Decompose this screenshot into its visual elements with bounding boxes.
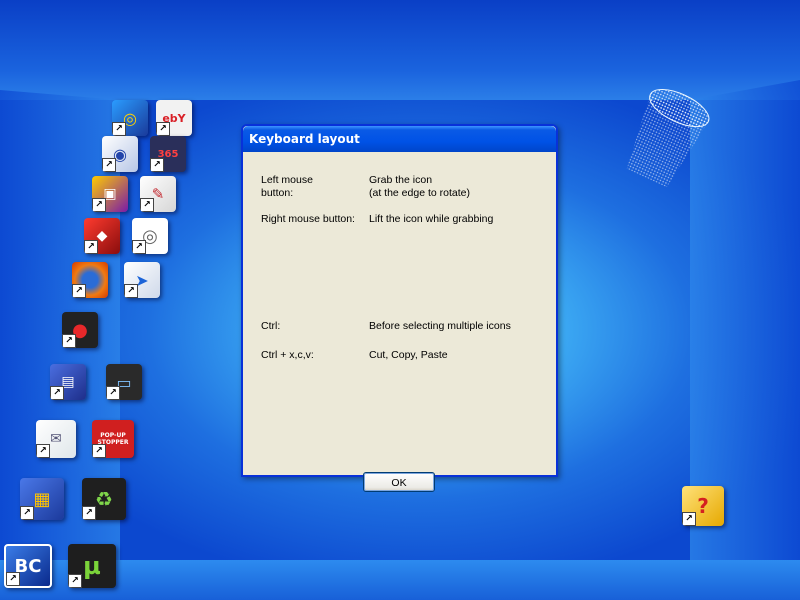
dialog-content: Left mouse button: Grab the icon (at the… xyxy=(243,152,556,492)
archive-zip-icon[interactable]: ▦ ↗ xyxy=(20,478,64,520)
desktop-ceiling xyxy=(0,0,800,100)
mail-icon[interactable]: ✉ ↗ xyxy=(36,420,76,458)
help-file-icon[interactable]: ? ↗ xyxy=(682,486,724,526)
dialog-title[interactable]: Keyboard layout xyxy=(243,126,556,152)
monitor-icon[interactable]: ▭ ↗ xyxy=(106,364,142,400)
shortcut-arrow-app-icon[interactable]: ➤ ↗ xyxy=(124,262,160,298)
365-icon[interactable]: 365 ↗ xyxy=(150,136,186,172)
shortcut-description: Grab the icon (at the edge to rotate) xyxy=(369,174,470,199)
popup-stopper-icon[interactable]: POP-UP STOPPER ↗ xyxy=(92,420,134,458)
shortcut-description: Cut, Copy, Paste xyxy=(369,349,448,361)
desktop-floor xyxy=(0,560,800,600)
floppy-save-icon[interactable]: ▤ ↗ xyxy=(50,364,86,400)
recycle-icon[interactable]: ♻ ↗ xyxy=(82,478,126,520)
red-tool-icon[interactable]: ◆ ↗ xyxy=(84,218,120,254)
shortcut-description: Lift the icon while grabbing xyxy=(369,213,494,225)
shortcut-key: Ctrl + x,c,v: xyxy=(261,349,314,361)
photo-app-icon[interactable]: ▣ ↗ xyxy=(92,176,128,212)
firefox-icon[interactable]: ↗ xyxy=(72,262,108,298)
ebay-icon[interactable]: ebY ↗ xyxy=(156,100,192,136)
red-badge-icon[interactable]: ● ↗ xyxy=(62,312,98,348)
shortcut-description: Before selecting multiple icons xyxy=(369,320,511,332)
shortcut-key: Left mouse button: xyxy=(261,174,313,199)
shortcut-key: Right mouse button: xyxy=(261,213,355,225)
media-player-icon[interactable]: ◉ ↗ xyxy=(102,136,138,172)
bc-icon[interactable]: BC ↗ xyxy=(4,544,52,588)
brush-tool-icon[interactable]: ✎ ↗ xyxy=(140,176,176,212)
utorrent-icon[interactable]: µ ↗ xyxy=(68,544,116,588)
ok-button[interactable]: OK xyxy=(363,472,435,492)
recycle-bin-icon[interactable] xyxy=(610,88,710,208)
shortcut-key: Ctrl: xyxy=(261,320,281,332)
cd-disc-icon[interactable]: ◎ ↗ xyxy=(132,218,168,254)
app-icon-swirl[interactable]: ◎ ↗ xyxy=(112,100,148,136)
keyboard-layout-dialog: Keyboard layout Left mouse button: Grab … xyxy=(241,124,558,492)
